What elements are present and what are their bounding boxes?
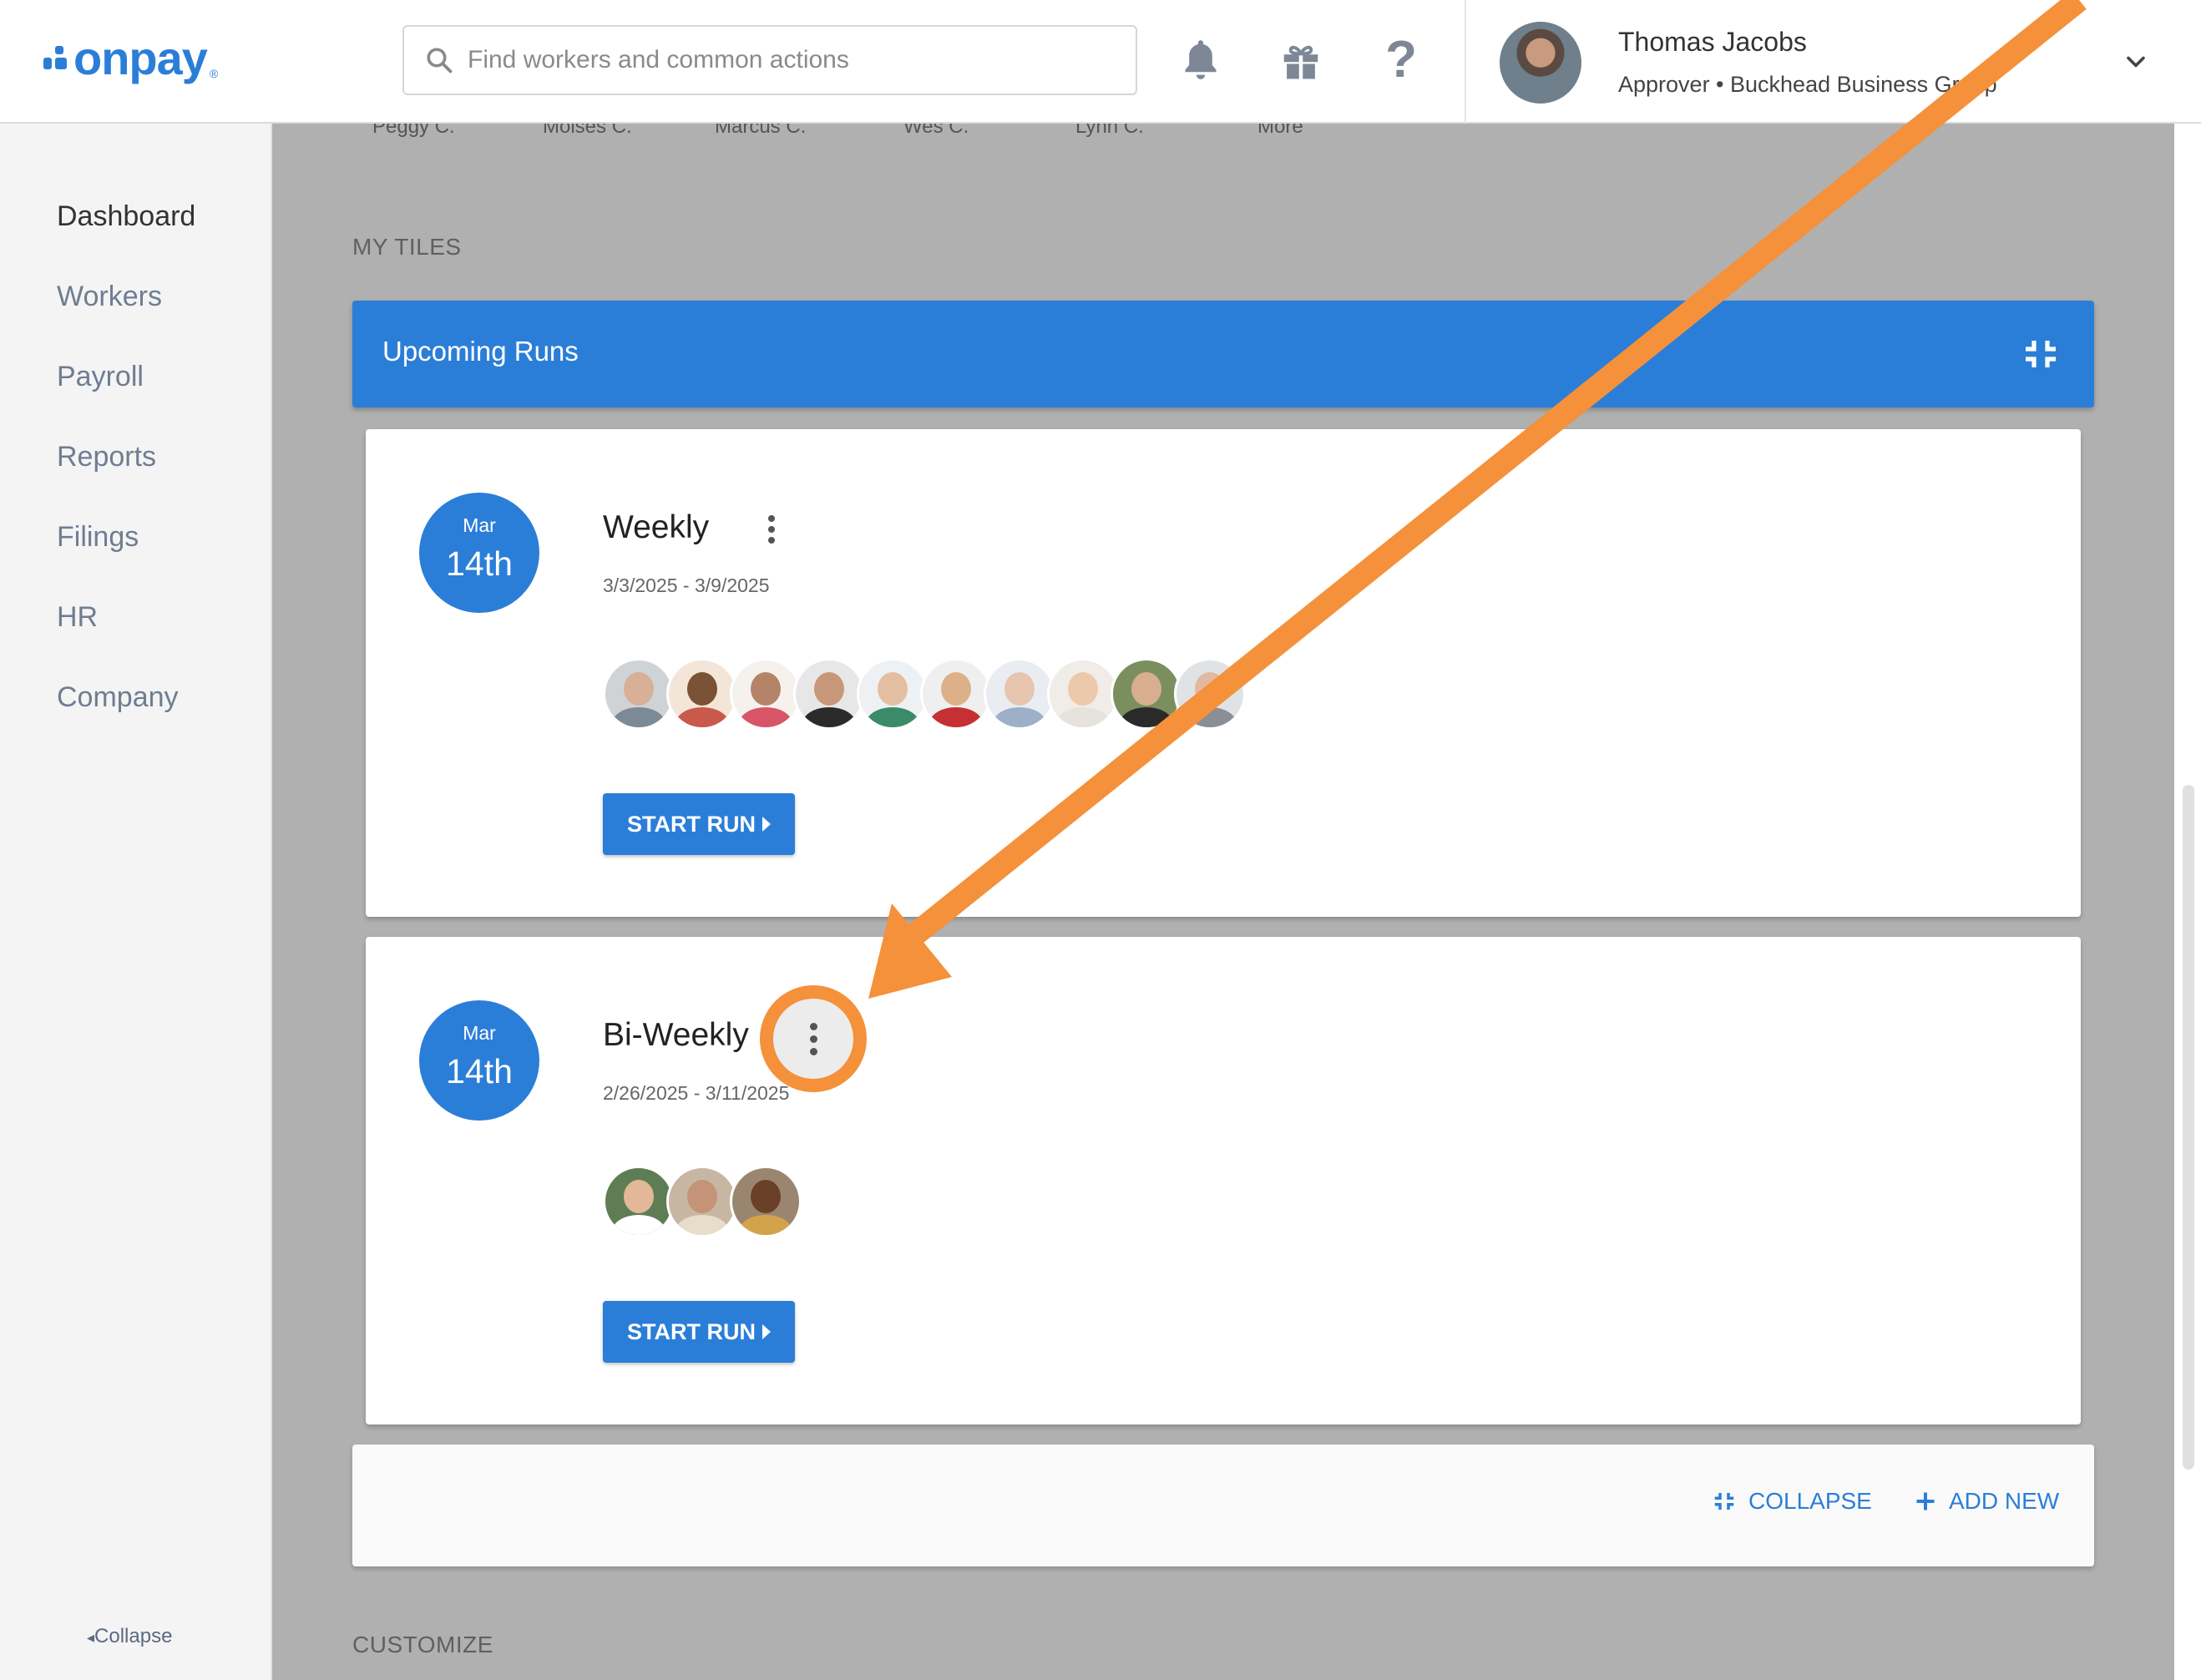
sidebar-item-payroll[interactable]: Payroll [57, 361, 144, 393]
sidebar-item-filings[interactable]: Filings [57, 521, 139, 554]
team-member-name[interactable]: Moises C. [543, 124, 632, 139]
sidebar-item-dashboard[interactable]: Dashboard [57, 200, 195, 233]
chevron-down-icon[interactable] [2121, 47, 2151, 77]
play-caret-icon [761, 817, 771, 832]
start-run-label: START RUN [627, 1318, 756, 1344]
scrollbar-thumb[interactable] [2183, 785, 2194, 1470]
onpay-logo[interactable]: onpay ® [43, 32, 218, 85]
worker-avatar[interactable] [793, 658, 865, 730]
top-bar: onpay ® ? Thomas Jacobs Approver • Buckh… [0, 0, 2201, 124]
search-box[interactable] [402, 25, 1137, 95]
team-member-name[interactable]: Marcus C. [715, 124, 806, 139]
run-name: Bi-Weekly [603, 1017, 749, 1053]
start-run-button[interactable]: START RUN [603, 793, 795, 855]
sidebar-item-reports[interactable]: Reports [57, 441, 156, 473]
run-card-biweekly: Mar 14th Bi-Weekly 2/26/2025 - 3/11/2025… [366, 937, 2081, 1424]
tile-title: Upcoming Runs [382, 336, 579, 367]
collapse-label: COLLAPSE [1748, 1488, 1872, 1514]
worker-avatar[interactable] [730, 1166, 802, 1237]
sidebar-collapse-label: Collapse [94, 1625, 173, 1647]
run-card-weekly: Mar 14th Weekly 3/3/2025 - 3/9/2025 STAR… [366, 429, 2081, 917]
run-name: Weekly [603, 509, 710, 545]
team-member-name[interactable]: Peggy C. [372, 124, 455, 139]
collapse-arrows-icon[interactable] [2021, 334, 2061, 374]
sidebar-item-hr[interactable]: HR [57, 601, 98, 634]
bi-weekly-more-options-icon[interactable] [760, 985, 867, 1092]
start-run-button[interactable]: START RUN [603, 1301, 795, 1363]
logo-registered-mark: ® [209, 67, 219, 80]
user-name[interactable]: Thomas Jacobs [1618, 27, 1807, 58]
worker-avatar[interactable] [1111, 658, 1182, 730]
more-options-icon[interactable] [751, 509, 792, 549]
run-date-day: 14th [446, 1052, 513, 1090]
worker-avatar[interactable] [603, 658, 675, 730]
notifications-bell-icon[interactable] [1174, 33, 1227, 87]
main-content: Peggy C. Moises C. Marcus C. Wes C. Lynn… [272, 124, 2174, 1680]
help-icon[interactable]: ? [1374, 33, 1428, 87]
play-caret-icon [761, 1324, 771, 1339]
sidebar-item-workers[interactable]: Workers [57, 281, 162, 313]
run-date-badge: Mar 14th [419, 493, 539, 613]
sidebar-collapse-button[interactable]: ◂Collapse [87, 1625, 172, 1648]
user-role: Approver • Buckhead Business Group [1618, 72, 1997, 97]
sidebar-item-company[interactable]: Company [57, 681, 179, 714]
customize-heading: CUSTOMIZE [352, 1632, 493, 1657]
run-date-day: 14th [446, 544, 513, 583]
caret-left-icon: ◂ [87, 1629, 95, 1646]
worker-avatar[interactable] [920, 658, 992, 730]
logo-text: onpay [73, 32, 208, 84]
user-divider [1465, 0, 1466, 124]
run-date-range: 2/26/2025 - 3/11/2025 [603, 1082, 790, 1104]
run-date-range: 3/3/2025 - 3/9/2025 [603, 574, 770, 596]
worker-avatar[interactable] [666, 1166, 738, 1237]
worker-avatar[interactable] [730, 658, 802, 730]
add-new-label: ADD NEW [1949, 1488, 2060, 1514]
worker-avatar[interactable] [666, 658, 738, 730]
user-avatar[interactable] [1500, 22, 1581, 104]
run-date-month: Mar [463, 1022, 496, 1044]
run-date-month: Mar [463, 514, 496, 536]
gift-icon[interactable] [1274, 33, 1328, 87]
worker-avatar[interactable] [984, 658, 1055, 730]
team-more-link[interactable]: More [1257, 124, 1303, 139]
logo-mark-icon [43, 46, 68, 71]
add-new-button[interactable]: ADD NEW [1914, 1488, 2059, 1515]
tile-footer: COLLAPSE ADD NEW [352, 1445, 2094, 1566]
upcoming-runs-tile-header: Upcoming Runs [352, 301, 2094, 407]
collapse-button[interactable]: COLLAPSE [1712, 1488, 1872, 1515]
worker-avatar[interactable] [1047, 658, 1119, 730]
run-date-badge: Mar 14th [419, 1000, 539, 1121]
my-tiles-heading: MY TILES [352, 234, 462, 260]
start-run-label: START RUN [627, 811, 756, 837]
worker-avatar[interactable] [1174, 658, 1246, 730]
worker-avatar[interactable] [857, 658, 928, 730]
sidebar: Dashboard Workers Payroll Reports Filing… [0, 124, 272, 1680]
collapse-arrows-icon [1714, 1493, 1734, 1510]
search-input[interactable] [466, 45, 1104, 75]
team-member-name[interactable]: Wes C. [903, 124, 969, 139]
worker-avatar[interactable] [603, 1166, 675, 1237]
plus-icon [1916, 1492, 1935, 1510]
search-icon [427, 48, 453, 73]
team-member-name[interactable]: Lynn C. [1075, 124, 1144, 139]
